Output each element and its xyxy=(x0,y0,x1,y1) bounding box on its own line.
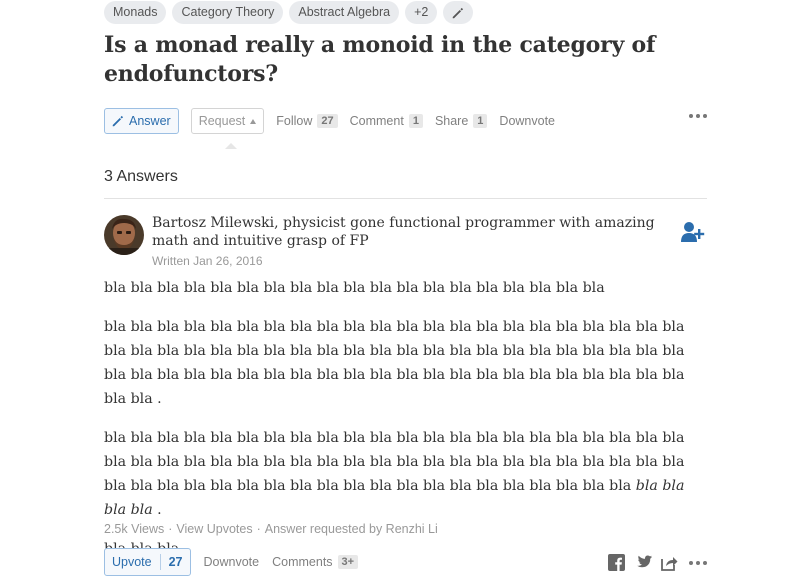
downvote-label: Downvote xyxy=(499,113,556,128)
share-label: Share xyxy=(434,113,469,128)
more-icon[interactable] xyxy=(689,114,707,118)
question-title[interactable]: Is a monad really a monoid in the catego… xyxy=(104,31,664,89)
facebook-icon[interactable] xyxy=(608,554,625,571)
comments-count: 3+ xyxy=(337,555,359,569)
follow-count: 27 xyxy=(317,113,338,128)
author-name[interactable]: Bartosz Milewski, physicist gone functio… xyxy=(152,214,672,250)
topic-more[interactable]: +2 xyxy=(405,1,438,24)
upvote-separator xyxy=(159,554,161,570)
answer-paragraph: bla bla bla bla bla bla bla bla bla bla … xyxy=(104,319,685,407)
answer-paragraph: bla bla bla bla bla bla bla bla bla bla … xyxy=(104,280,605,296)
avatar[interactable] xyxy=(104,215,144,255)
share-icon[interactable] xyxy=(661,555,678,571)
answer-meta: 2.5k Views · View Upvotes · Answer reque… xyxy=(104,522,438,536)
paragraph-text: bla bla bla bla bla bla bla bla bla bla … xyxy=(104,430,685,494)
meta-separator: · xyxy=(168,522,173,536)
comment-count: 1 xyxy=(408,113,423,128)
upvote-button[interactable]: Upvote 27 xyxy=(104,548,191,576)
downvote-label: Downvote xyxy=(203,555,260,569)
share-button[interactable]: Share 1 xyxy=(434,113,488,128)
social-actions xyxy=(608,554,707,571)
share-count: 1 xyxy=(473,113,488,128)
downvote-answer-button[interactable]: Downvote xyxy=(204,555,260,569)
pencil-icon xyxy=(453,7,464,18)
pencil-icon xyxy=(112,115,124,126)
topic-abstract-algebra[interactable]: Abstract Algebra xyxy=(289,1,400,24)
views-count: 2.5k Views xyxy=(104,522,165,536)
twitter-icon[interactable] xyxy=(634,555,652,570)
upvote-label: Upvote xyxy=(112,555,152,569)
follow-label: Follow xyxy=(276,113,313,128)
comment-label: Comment xyxy=(349,113,404,128)
topic-list: Monads Category Theory Abstract Algebra … xyxy=(104,1,474,24)
request-button[interactable]: Request xyxy=(190,107,265,134)
answer-actions: Upvote 27 Downvote Comments 3+ xyxy=(104,548,707,576)
answers-count: 3 Answers xyxy=(104,168,178,185)
upvote-count: 27 xyxy=(168,555,183,569)
answer-paragraph: bla bla bla bla bla bla bla bla bla bla … xyxy=(104,426,707,522)
follow-button[interactable]: Follow 27 xyxy=(276,113,338,128)
caret-up-icon xyxy=(250,119,257,124)
request-pointer xyxy=(225,143,237,149)
meta-separator: · xyxy=(256,522,261,536)
answer-label: Answer xyxy=(129,113,171,128)
follow-user-icon[interactable] xyxy=(681,221,707,248)
more-icon[interactable] xyxy=(689,560,707,565)
answer-button[interactable]: Answer xyxy=(104,107,179,134)
request-label: Request xyxy=(198,113,246,128)
question-actions: Answer Request Follow 27 Comment 1 Share… xyxy=(104,107,707,134)
comments-label: Comments xyxy=(272,555,333,569)
edit-topics-button[interactable] xyxy=(443,1,474,24)
paragraph-end: . xyxy=(152,502,162,518)
divider xyxy=(104,198,707,199)
written-date[interactable]: Written Jan 26, 2016 xyxy=(152,254,263,268)
comment-button[interactable]: Comment 1 xyxy=(349,113,423,128)
topic-monads[interactable]: Monads xyxy=(104,1,167,24)
downvote-question-button[interactable]: Downvote xyxy=(499,114,555,128)
topic-category-theory[interactable]: Category Theory xyxy=(172,1,284,24)
view-upvotes-link[interactable]: View Upvotes xyxy=(176,522,252,536)
comments-button[interactable]: Comments 3+ xyxy=(272,555,359,569)
requested-by-link[interactable]: Answer requested by Renzhi Li xyxy=(265,522,438,536)
